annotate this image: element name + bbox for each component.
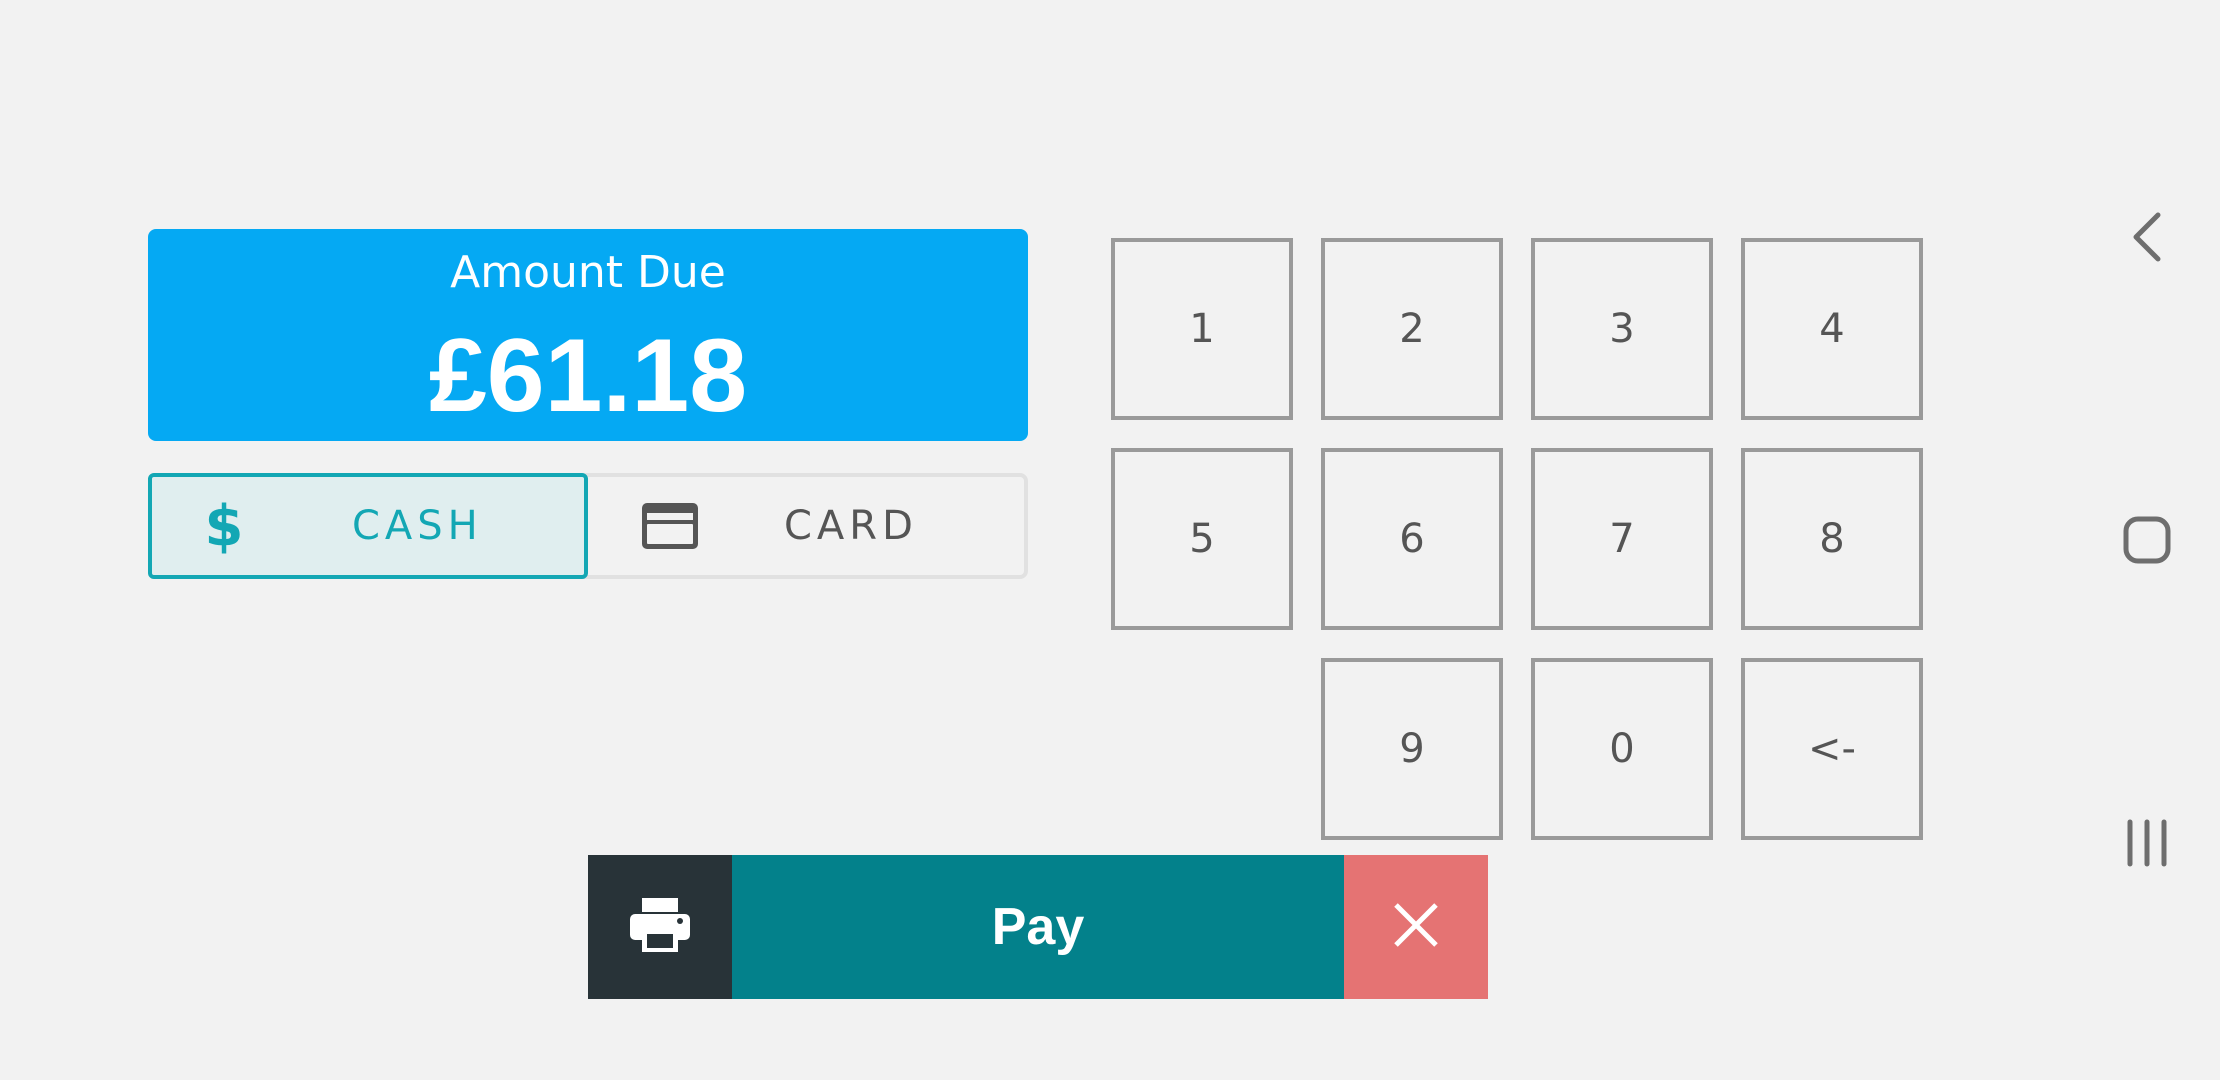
keypad-key-5[interactable]: 5	[1111, 448, 1293, 630]
keypad-key-7[interactable]: 7	[1531, 448, 1713, 630]
printer-icon	[628, 896, 692, 959]
action-bar: Pay	[588, 855, 1488, 999]
card-method-button[interactable]: CARD	[588, 477, 1024, 575]
keypad-key-6[interactable]: 6	[1321, 448, 1503, 630]
home-square-icon[interactable]	[2110, 503, 2184, 577]
amount-due-value: £61.18	[428, 318, 748, 434]
credit-card-icon	[638, 494, 702, 558]
pay-button[interactable]: Pay	[732, 855, 1344, 999]
keypad-key-8[interactable]: 8	[1741, 448, 1923, 630]
back-chevron-icon[interactable]	[2110, 200, 2184, 274]
dollar-icon: $	[204, 493, 244, 559]
keypad-key-1[interactable]: 1	[1111, 238, 1293, 420]
keypad-key-0[interactable]: 0	[1531, 658, 1713, 840]
card-method-label: CARD	[784, 503, 918, 549]
keypad-key-9[interactable]: 9	[1321, 658, 1503, 840]
payment-method-toggle: $ CASH CARD	[148, 473, 1028, 579]
close-icon	[1393, 902, 1439, 953]
cancel-button[interactable]	[1344, 855, 1488, 999]
keypad-key-4[interactable]: 4	[1741, 238, 1923, 420]
cash-method-button[interactable]: $ CASH	[148, 473, 588, 579]
keypad-key-2[interactable]: 2	[1321, 238, 1503, 420]
keypad-key-3[interactable]: 3	[1531, 238, 1713, 420]
amount-due-panel: Amount Due £61.18	[148, 229, 1028, 441]
cash-method-label: CASH	[352, 503, 483, 549]
print-button[interactable]	[588, 855, 732, 999]
amount-due-label: Amount Due	[450, 247, 726, 298]
recents-icon[interactable]	[2110, 806, 2184, 880]
keypad-backspace-key[interactable]: <-	[1741, 658, 1923, 840]
